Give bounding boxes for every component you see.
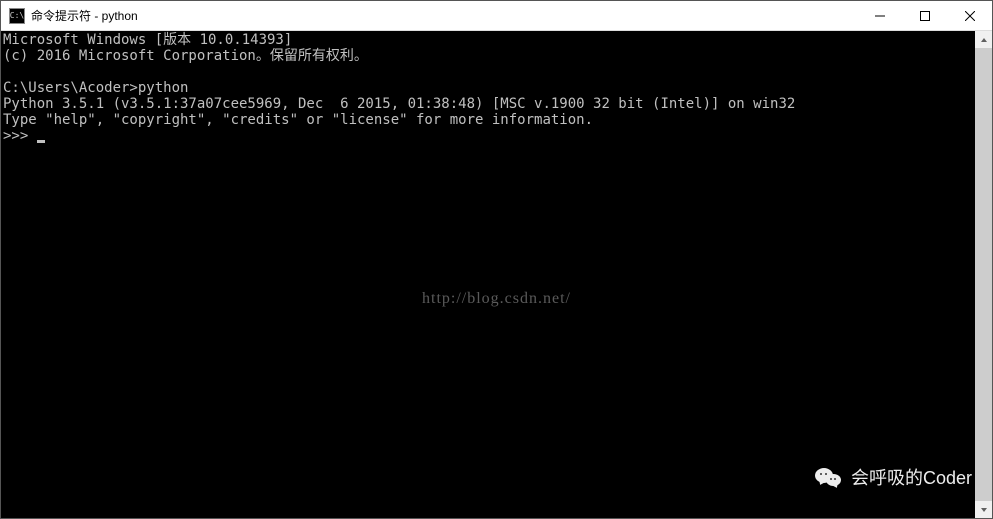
terminal-line-5: Type "help", "copyright", "credits" or "… [3,112,593,128]
titlebar[interactable]: C:\ 命令提示符 - python [1,1,992,31]
scrollbar[interactable] [975,31,992,518]
wechat-icon [815,466,843,490]
terminal-line-0: Microsoft Windows [版本 10.0.14393] [3,32,292,48]
terminal-line-3: C:\Users\Acoder>python [3,80,188,96]
scroll-track[interactable] [975,48,992,501]
terminal-cursor [37,140,45,143]
terminal-line-4: Python 3.5.1 (v3.5.1:37a07cee5969, Dec 6… [3,96,795,112]
window-title: 命令提示符 - python [31,7,857,24]
minimize-button[interactable] [857,1,902,30]
scroll-up-arrow[interactable] [975,31,992,48]
maximize-button[interactable] [902,1,947,30]
watermark-text: 会呼吸的Coder [851,470,972,486]
watermark-url: http://blog.csdn.net/ [422,291,571,307]
window-controls [857,1,992,30]
scroll-thumb[interactable] [975,48,992,501]
terminal-prompt: >>> [3,128,37,144]
terminal-area[interactable]: Microsoft Windows [版本 10.0.14393] (c) 20… [1,31,992,518]
terminal-line-1: (c) 2016 Microsoft Corporation。保留所有权利。 [3,48,368,64]
close-button[interactable] [947,1,992,30]
terminal-content: Microsoft Windows [版本 10.0.14393] (c) 20… [3,32,992,144]
titlebar-icon: C:\ [9,8,25,24]
watermark-bottom: 会呼吸的Coder [815,466,972,490]
scroll-down-arrow[interactable] [975,501,992,518]
command-prompt-window: C:\ 命令提示符 - python Microsoft Windows [版本… [0,0,993,519]
